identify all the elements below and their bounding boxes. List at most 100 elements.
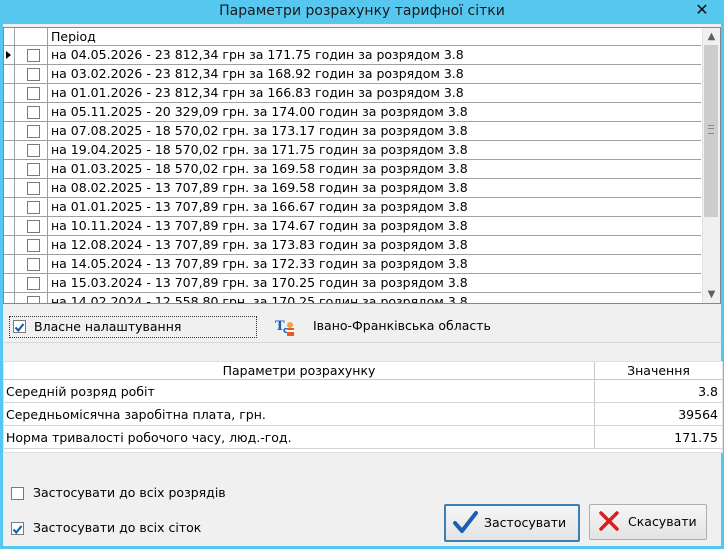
region-settings-icon[interactable]: T c [274, 316, 296, 338]
row-indicator [4, 103, 15, 121]
row-checkbox[interactable] [27, 87, 40, 100]
parameters-table: Параметри розрахунку Значення Середній р… [3, 361, 723, 453]
table-row[interactable]: на 03.02.2026 - 23 812,34 грн за 168.92 … [4, 65, 701, 84]
row-indicator [4, 84, 15, 102]
row-checkbox[interactable] [27, 163, 40, 176]
period-cell: на 01.01.2025 - 13 707,89 грн. за 166.67… [51, 199, 468, 214]
row-checkbox-cell [15, 46, 48, 64]
table-row[interactable]: на 04.05.2026 - 23 812,34 грн за 171.75 … [4, 46, 701, 65]
param-name-header: Параметри розрахунку [222, 363, 376, 378]
scroll-thumb[interactable] [704, 45, 718, 217]
row-checkbox[interactable] [27, 277, 40, 290]
period-cell: на 14.05.2024 - 13 707,89 грн. за 172.33… [51, 256, 468, 271]
row-checkbox[interactable] [27, 49, 40, 62]
grid-rows: на 04.05.2026 - 23 812,34 грн за 171.75 … [4, 46, 701, 304]
row-checkbox-cell [15, 236, 48, 254]
param-value[interactable]: 39564 [595, 407, 718, 422]
row-indicator [4, 198, 15, 216]
period-cell: на 12.08.2024 - 13 707,89 грн. за 173.83… [51, 237, 468, 252]
row-indicator [4, 255, 15, 273]
period-cell: на 10.11.2024 - 13 707,89 грн. за 174.67… [51, 218, 468, 233]
row-checkbox-cell [15, 179, 48, 197]
row-indicator [4, 141, 15, 159]
period-cell: на 04.05.2026 - 23 812,34 грн за 171.75 … [51, 47, 464, 62]
apply-button[interactable]: Застосувати [444, 504, 580, 542]
own-settings-checkbox[interactable]: Власне налаштування [9, 316, 257, 338]
row-checkbox[interactable] [27, 182, 40, 195]
row-indicator [4, 160, 15, 178]
row-checkbox-cell [15, 141, 48, 159]
table-row[interactable]: на 01.01.2025 - 13 707,89 грн. за 166.67… [4, 198, 701, 217]
scroll-up-arrow-icon[interactable]: ▲ [703, 28, 720, 45]
row-indicator [4, 65, 15, 83]
period-cell: на 14.02.2024 - 12 558,80 грн. за 170.25… [51, 294, 468, 304]
scroll-down-arrow-icon[interactable]: ▼ [703, 286, 720, 303]
table-row[interactable]: на 10.11.2024 - 13 707,89 грн. за 174.67… [4, 217, 701, 236]
current-row-arrow-icon [6, 51, 11, 59]
period-cell: на 01.01.2026 - 23 812,34 грн за 166.83 … [51, 85, 464, 100]
period-cell: на 15.03.2024 - 13 707,89 грн. за 170.25… [51, 275, 468, 290]
row-checkbox[interactable] [27, 68, 40, 81]
divider [3, 342, 721, 343]
row-indicator [4, 274, 15, 292]
row-indicator [4, 217, 15, 235]
table-row[interactable]: на 12.08.2024 - 13 707,89 грн. за 173.83… [4, 236, 701, 255]
table-row[interactable]: на 14.05.2024 - 13 707,89 грн. за 172.33… [4, 255, 701, 274]
param-value[interactable]: 171.75 [595, 430, 718, 445]
param-row[interactable]: Норма тривалості робочого часу, люд.-год… [4, 426, 722, 449]
row-checkbox[interactable] [27, 258, 40, 271]
param-value-header: Значення [627, 363, 690, 378]
row-checkbox[interactable] [27, 144, 40, 157]
row-checkbox[interactable] [27, 220, 40, 233]
period-cell: на 01.03.2025 - 18 570,02 грн. за 169.58… [51, 161, 468, 176]
row-checkbox[interactable] [27, 201, 40, 214]
close-button[interactable]: ✕ [687, 0, 717, 20]
period-cell: на 07.08.2025 - 18 570,02 грн. за 173.17… [51, 123, 468, 138]
row-checkbox-cell [15, 160, 48, 178]
checkmark-icon [12, 525, 23, 535]
close-x-icon [599, 511, 619, 531]
table-row[interactable]: на 08.02.2025 - 13 707,89 грн. за 169.58… [4, 179, 701, 198]
param-value[interactable]: 3.8 [595, 384, 718, 399]
param-name: Норма тривалості робочого часу, люд.-год… [6, 430, 292, 445]
row-indicator [4, 46, 15, 64]
checkbox-header [15, 28, 48, 45]
cancel-button-label: Скасувати [628, 514, 697, 529]
table-row[interactable]: на 05.11.2025 - 20 329,09 грн. за 174.00… [4, 103, 701, 122]
param-row[interactable]: Середньомісячна заробітна плата, грн. 39… [4, 403, 722, 426]
row-checkbox[interactable] [27, 296, 40, 303]
period-cell: на 05.11.2025 - 20 329,09 грн. за 174.00… [51, 104, 468, 119]
cancel-button[interactable]: Скасувати [589, 504, 707, 540]
row-checkbox[interactable] [27, 106, 40, 119]
table-row[interactable]: на 19.04.2025 - 18 570,02 грн. за 171.75… [4, 141, 701, 160]
param-row[interactable]: Середній розряд робіт 3.8 [4, 380, 722, 403]
row-checkbox-cell [15, 274, 48, 292]
row-checkbox[interactable] [27, 239, 40, 252]
apply-all-grades-check-box[interactable] [11, 487, 24, 500]
row-checkbox[interactable] [27, 125, 40, 138]
apply-all-grades-label: Застосувати до всіх розрядів [33, 485, 226, 500]
own-settings-label: Власне налаштування [34, 319, 182, 334]
period-cell: на 03.02.2026 - 23 812,34 грн за 168.92 … [51, 66, 464, 81]
row-checkbox-cell [15, 122, 48, 140]
grid-header: Період [4, 28, 701, 46]
period-cell: на 08.02.2025 - 13 707,89 грн. за 169.58… [51, 180, 468, 195]
row-checkbox-cell [15, 65, 48, 83]
table-row[interactable]: на 07.08.2025 - 18 570,02 грн. за 173.17… [4, 122, 701, 141]
row-indicator [4, 236, 15, 254]
table-row[interactable]: на 01.03.2025 - 18 570,02 грн. за 169.58… [4, 160, 701, 179]
table-row[interactable]: на 01.01.2026 - 23 812,34 грн за 166.83 … [4, 84, 701, 103]
table-row[interactable]: на 14.02.2024 - 12 558,80 грн. за 170.25… [4, 293, 701, 304]
apply-all-grids-check-box[interactable] [11, 522, 24, 535]
table-row[interactable]: на 15.03.2024 - 13 707,89 грн. за 170.25… [4, 274, 701, 293]
dialog-window: Параметри розрахунку тарифної сітки ✕ Пе… [0, 0, 724, 549]
grid-vertical-scrollbar[interactable]: ▲ ▼ [702, 28, 720, 303]
own-settings-check-box[interactable] [13, 320, 26, 333]
row-indicator [4, 293, 15, 303]
period-column-header[interactable]: Період [51, 29, 96, 44]
row-checkbox-cell [15, 103, 48, 121]
window-title: Параметри розрахунку тарифної сітки [219, 3, 505, 19]
row-checkbox-cell [15, 84, 48, 102]
row-indicator [4, 122, 15, 140]
region-name: Івано-Франківська область [313, 318, 491, 333]
